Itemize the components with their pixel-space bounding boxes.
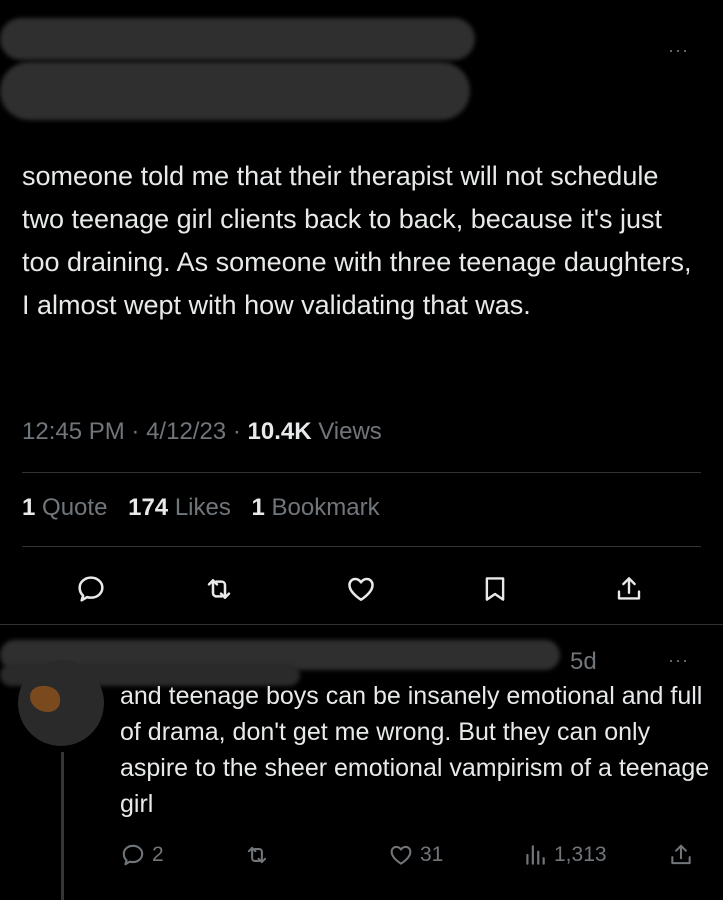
- analytics-icon: [526, 845, 545, 865]
- bookmark-button[interactable]: [472, 566, 518, 612]
- avatar-image: [30, 686, 60, 712]
- bookmarks-label: Bookmark: [271, 494, 380, 521]
- like-button[interactable]: [338, 566, 384, 612]
- heart-icon: [390, 845, 412, 865]
- meta-separator: ·: [131, 418, 140, 445]
- reply-views-button[interactable]: 1,313: [522, 838, 607, 872]
- views-count: 10.4K: [247, 418, 312, 445]
- reply-reply-button[interactable]: 2: [120, 838, 164, 872]
- bookmarks-count: 1: [251, 494, 265, 521]
- more-icon[interactable]: ···: [668, 650, 689, 671]
- tweet-text: someone told me that their therapist wil…: [22, 161, 692, 320]
- reply-retweet-button[interactable]: [243, 838, 271, 872]
- meta-separator: ·: [232, 418, 241, 445]
- divider: [22, 472, 701, 473]
- views-label: Views: [318, 418, 382, 445]
- reply-timestamp[interactable]: 5d: [570, 648, 597, 676]
- section-divider: [0, 624, 723, 625]
- heart-icon: [348, 577, 374, 601]
- reply-icon: [122, 844, 144, 866]
- tweet-action-bar: [0, 566, 723, 612]
- bookmark-icon: [485, 577, 505, 601]
- retweet-button[interactable]: [196, 566, 242, 612]
- reply-button[interactable]: [68, 566, 114, 612]
- reply-share-button[interactable]: [668, 838, 694, 872]
- avatar[interactable]: [18, 660, 104, 746]
- divider: [22, 546, 701, 547]
- quotes-count: 1: [22, 494, 36, 521]
- share-button[interactable]: [606, 566, 652, 612]
- reply-icon: [78, 576, 104, 602]
- retweet-icon: [207, 579, 231, 599]
- reply-count: 2: [152, 843, 164, 866]
- tweet-meta: 12:45 PM · 4/12/23 · 10.4K Views: [22, 418, 382, 446]
- bookmarks-stat[interactable]: 1 Bookmark: [252, 494, 380, 521]
- likes-count: 174: [128, 494, 169, 521]
- more-icon[interactable]: ···: [668, 40, 689, 61]
- redacted-author-top: [0, 18, 475, 60]
- thread-line: [61, 752, 64, 900]
- likes-label: Likes: [174, 494, 231, 521]
- views-count: 1,313: [554, 843, 607, 866]
- reply-text: and teenage boys can be insanely emotion…: [120, 682, 710, 818]
- tweet-date[interactable]: 4/12/23: [146, 418, 226, 445]
- likes-stat[interactable]: 174 Likes: [128, 494, 231, 521]
- reply-action-bar: 2 31 1,313: [0, 838, 723, 872]
- like-count: 31: [420, 843, 444, 866]
- quotes-stat[interactable]: 1 Quote: [22, 494, 107, 521]
- reply-like-button[interactable]: 31: [388, 838, 443, 872]
- quotes-label: Quote: [42, 494, 108, 521]
- share-icon: [617, 577, 641, 600]
- tweet-time[interactable]: 12:45 PM: [22, 418, 125, 445]
- share-icon: [671, 844, 691, 865]
- retweet-icon: [247, 846, 267, 864]
- engagement-stats: 1 Quote 174 Likes 1 Bookmark: [22, 494, 394, 522]
- redacted-author-bottom: [0, 62, 470, 120]
